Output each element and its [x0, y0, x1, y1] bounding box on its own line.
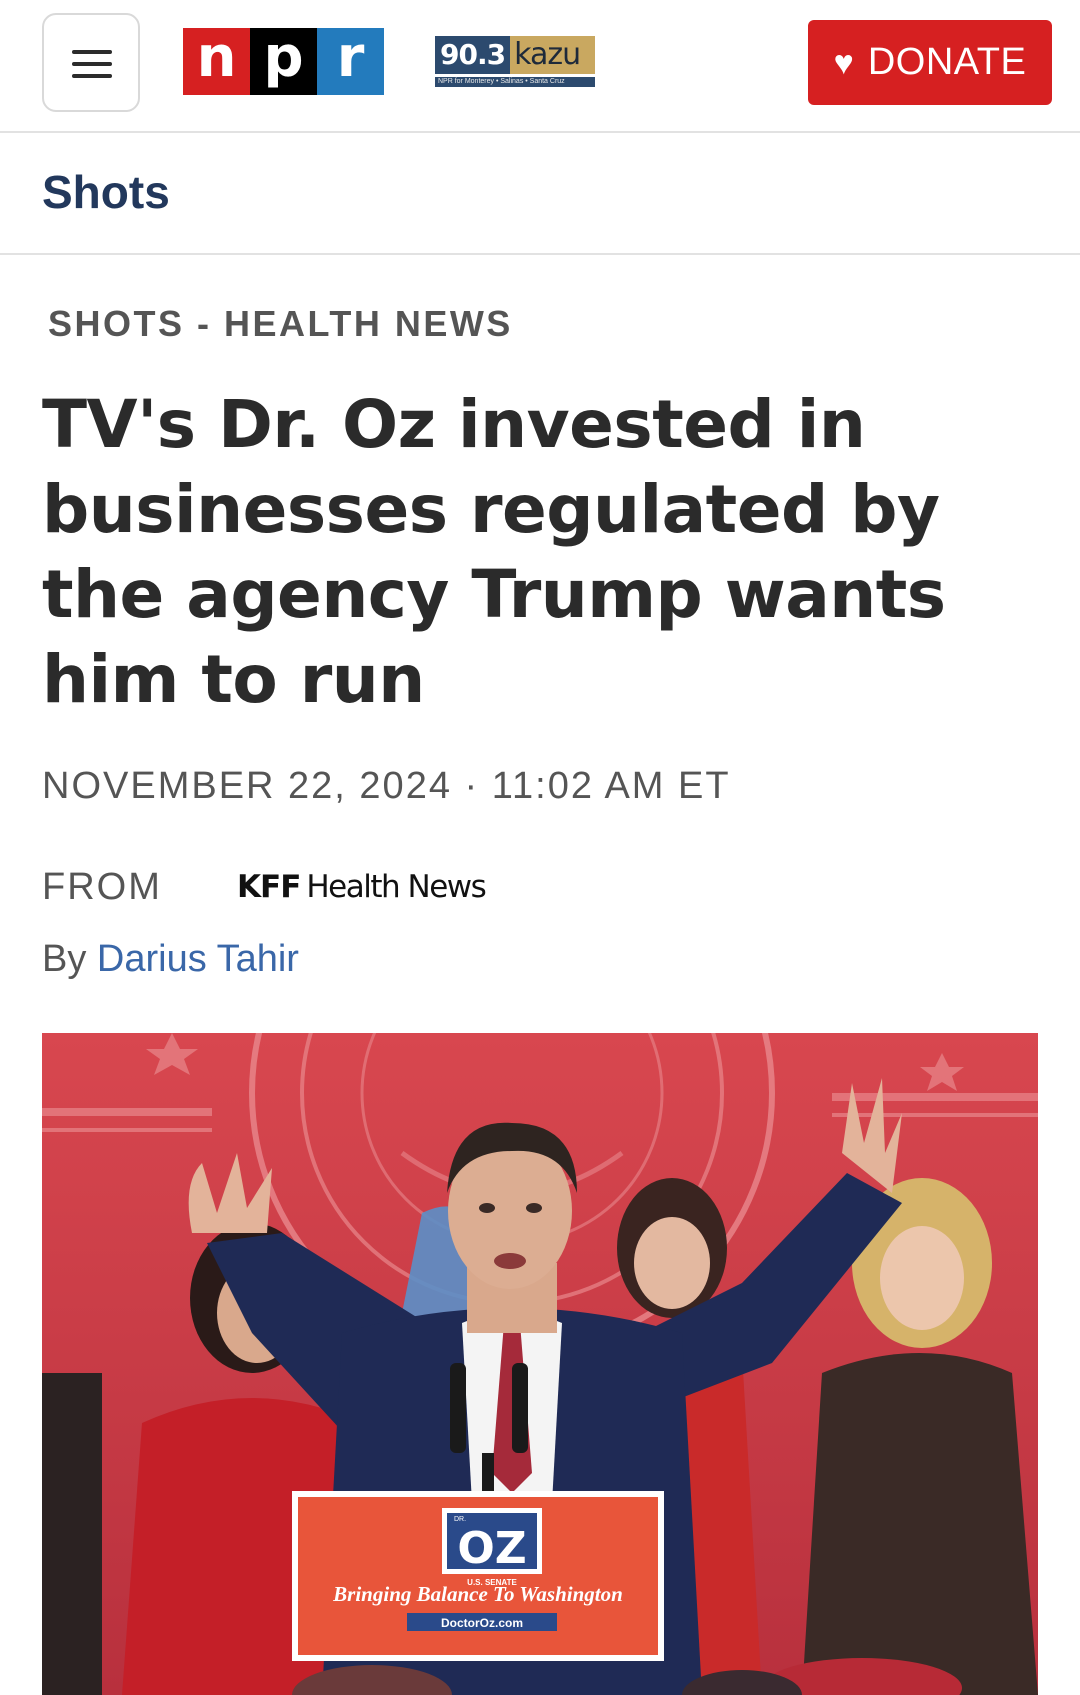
sign-url-text: DoctorOz.com [441, 1616, 523, 1630]
hamburger-menu-icon [72, 62, 112, 66]
station-logo[interactable]: 90.3 kazu NPR for Monterey • Salinas • S… [435, 36, 595, 88]
lead-image-illustration: DR. OZ U.S. SENATE Bringing Balance To W… [42, 1033, 1038, 1695]
sign-slogan-text: Bringing Balance To Washington [332, 1582, 623, 1606]
donate-button[interactable]: ♥ DONATE [808, 20, 1052, 105]
article-kicker-link[interactable]: SHOTS - HEALTH NEWS [48, 303, 513, 345]
kff-logo-text: Health News [306, 869, 486, 905]
npr-logo-letter-p: p [250, 28, 317, 95]
source-row: FROM KFF Health News [42, 862, 487, 912]
hamburger-menu-button[interactable] [42, 13, 140, 112]
article-lead-image[interactable]: DR. OZ U.S. SENATE Bringing Balance To W… [42, 1033, 1038, 1695]
npr-logo[interactable]: n p r [183, 28, 384, 95]
author-link[interactable]: Darius Tahir [97, 938, 299, 980]
station-tagline: NPR for Monterey • Salinas • Santa Cruz [435, 77, 595, 87]
station-frequency: 90.3 [435, 36, 511, 74]
section-bar: Shots [0, 133, 1080, 255]
donate-label: DONATE [867, 41, 1027, 83]
hamburger-menu-icon [72, 50, 112, 54]
sign-dr-text: DR. [454, 1516, 466, 1523]
byline-prefix: By [42, 938, 87, 980]
npr-logo-letter-n: n [183, 28, 250, 95]
kff-health-news-logo[interactable]: KFF Health News [237, 869, 487, 905]
section-title-link[interactable]: Shots [42, 165, 170, 219]
hamburger-menu-icon [72, 74, 112, 78]
byline: By Darius Tahir [42, 938, 299, 981]
heart-icon: ♥ [833, 43, 854, 82]
station-name: kazu [510, 36, 595, 74]
article-dateline: NOVEMBER 22, 2024 · 11:02 AM ET [42, 765, 731, 807]
article-headline: TV's Dr. Oz invested in businesses regul… [42, 386, 946, 718]
kff-logo-bold: KFF [237, 869, 301, 905]
from-label: FROM [42, 865, 162, 908]
sign-oz-text: OZ [457, 1523, 526, 1574]
npr-logo-letter-r: r [317, 28, 384, 95]
site-header: n p r 90.3 kazu NPR for Monterey • Salin… [0, 0, 1080, 133]
